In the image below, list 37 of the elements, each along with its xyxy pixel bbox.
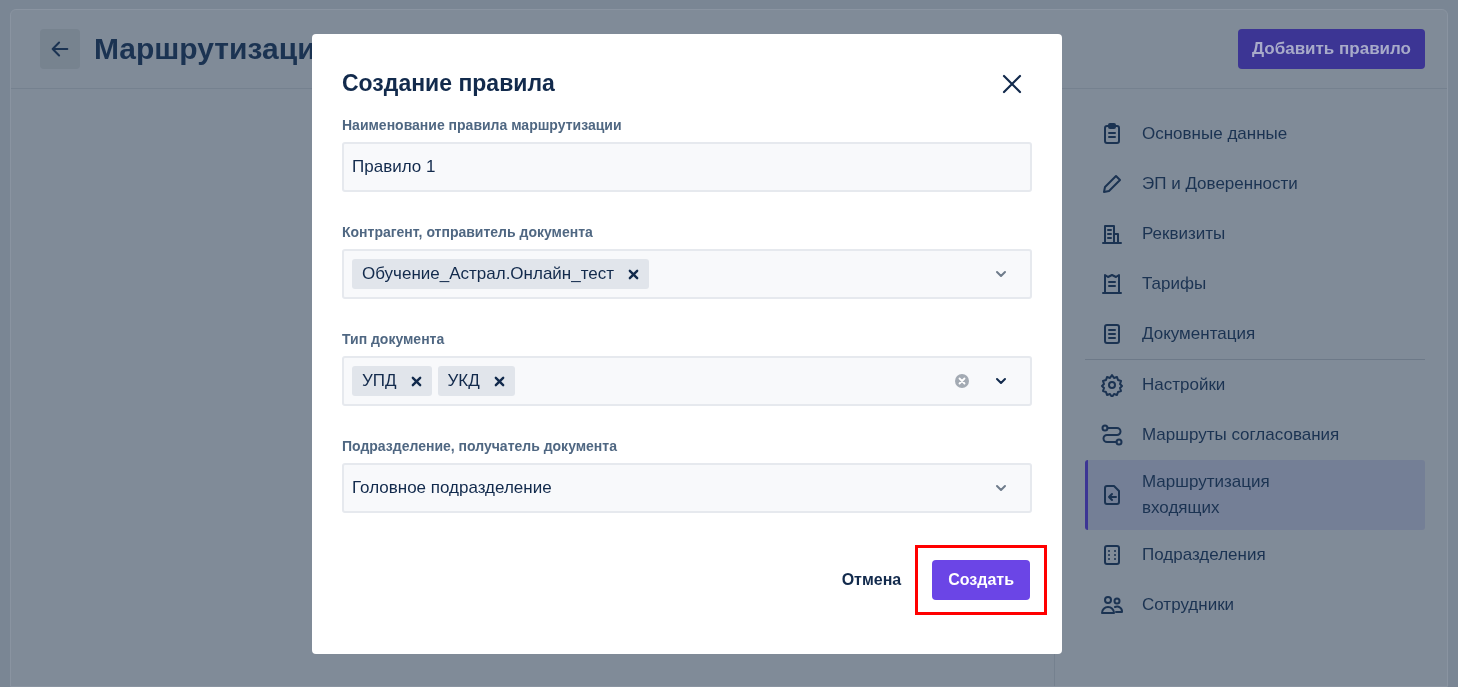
sidebar-item[interactable]: Основные данные <box>1085 109 1425 159</box>
remove-icon[interactable] <box>628 268 640 280</box>
back-button[interactable] <box>40 29 80 69</box>
field-label: Наименование правила маршрутизации <box>342 117 623 133</box>
sidebar-item[interactable]: Тарифы <box>1085 259 1425 309</box>
sidebar-item[interactable]: Реквизиты <box>1085 209 1425 259</box>
sidebar-item[interactable]: Маршруты согласования <box>1085 410 1425 460</box>
sidebar-item[interactable]: Настройки <box>1085 360 1425 410</box>
multiselect-field[interactable]: УПД УКД <box>342 356 1032 406</box>
tag-chip: УПД <box>352 366 432 396</box>
users-icon <box>1100 593 1124 617</box>
multiselect-field[interactable]: Обучение_Астрал.Онлайн_тест <box>342 249 1032 299</box>
create-button[interactable]: Создать <box>932 560 1030 600</box>
receipt-icon <box>1100 272 1124 296</box>
pencil-icon <box>1100 172 1124 196</box>
sidebar-item[interactable]: Маршрутизация входящих <box>1085 460 1425 530</box>
rule-name-input[interactable]: Правило 1 <box>342 142 1032 192</box>
sidebar-item[interactable]: ЭП и Доверенности <box>1085 159 1425 209</box>
field-label: Контрагент, отправитель документа <box>342 224 594 240</box>
cancel-button[interactable]: Отмена <box>837 571 906 589</box>
sidebar-item[interactable]: Подразделения <box>1085 530 1425 580</box>
dialog-title: Создание правила <box>342 70 555 97</box>
close-icon[interactable] <box>1002 73 1022 94</box>
select-field[interactable]: Головное подразделение <box>342 463 1032 513</box>
sidebar-item[interactable]: Сотрудники <box>1085 580 1425 630</box>
page-title: Маршрутизаци <box>94 32 316 66</box>
building-icon <box>1100 222 1124 246</box>
route-icon <box>1100 423 1124 447</box>
settings-icon <box>1100 373 1124 397</box>
remove-icon[interactable] <box>410 375 422 387</box>
tag-chip: УКД <box>437 366 515 396</box>
add-rule-button[interactable]: Добавить правило <box>1237 29 1425 69</box>
field-label: Подразделение, получатель документа <box>342 438 618 454</box>
tag-chip: Обучение_Астрал.Онлайн_тест <box>352 259 650 289</box>
remove-icon[interactable] <box>493 375 505 387</box>
sidebar-item[interactable]: Документация <box>1085 309 1425 359</box>
field-label: Тип документа <box>342 331 446 347</box>
